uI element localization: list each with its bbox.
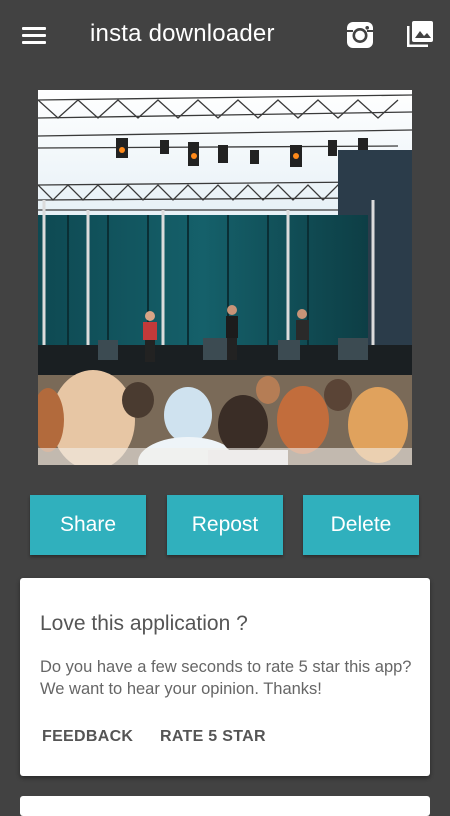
next-card [20, 796, 430, 816]
rate-5-star-button[interactable]: RATE 5 STAR [160, 728, 266, 746]
menu-icon[interactable] [22, 24, 48, 46]
repost-button[interactable]: Repost [167, 495, 283, 555]
concert-image [38, 90, 412, 465]
rating-card: Love this application ? Do you have a fe… [20, 578, 430, 776]
rating-title: Love this application ? [40, 612, 248, 635]
downloaded-photo[interactable] [38, 90, 412, 465]
share-button[interactable]: Share [30, 495, 146, 555]
feedback-button[interactable]: FEEDBACK [42, 728, 133, 746]
delete-button[interactable]: Delete [303, 495, 419, 555]
app-bar: insta downloader [0, 0, 450, 72]
gallery-icon[interactable] [406, 20, 434, 48]
instagram-icon[interactable] [346, 21, 374, 49]
app-title: insta downloader [90, 20, 275, 47]
rating-message: Do you have a few seconds to rate 5 star… [40, 658, 412, 698]
